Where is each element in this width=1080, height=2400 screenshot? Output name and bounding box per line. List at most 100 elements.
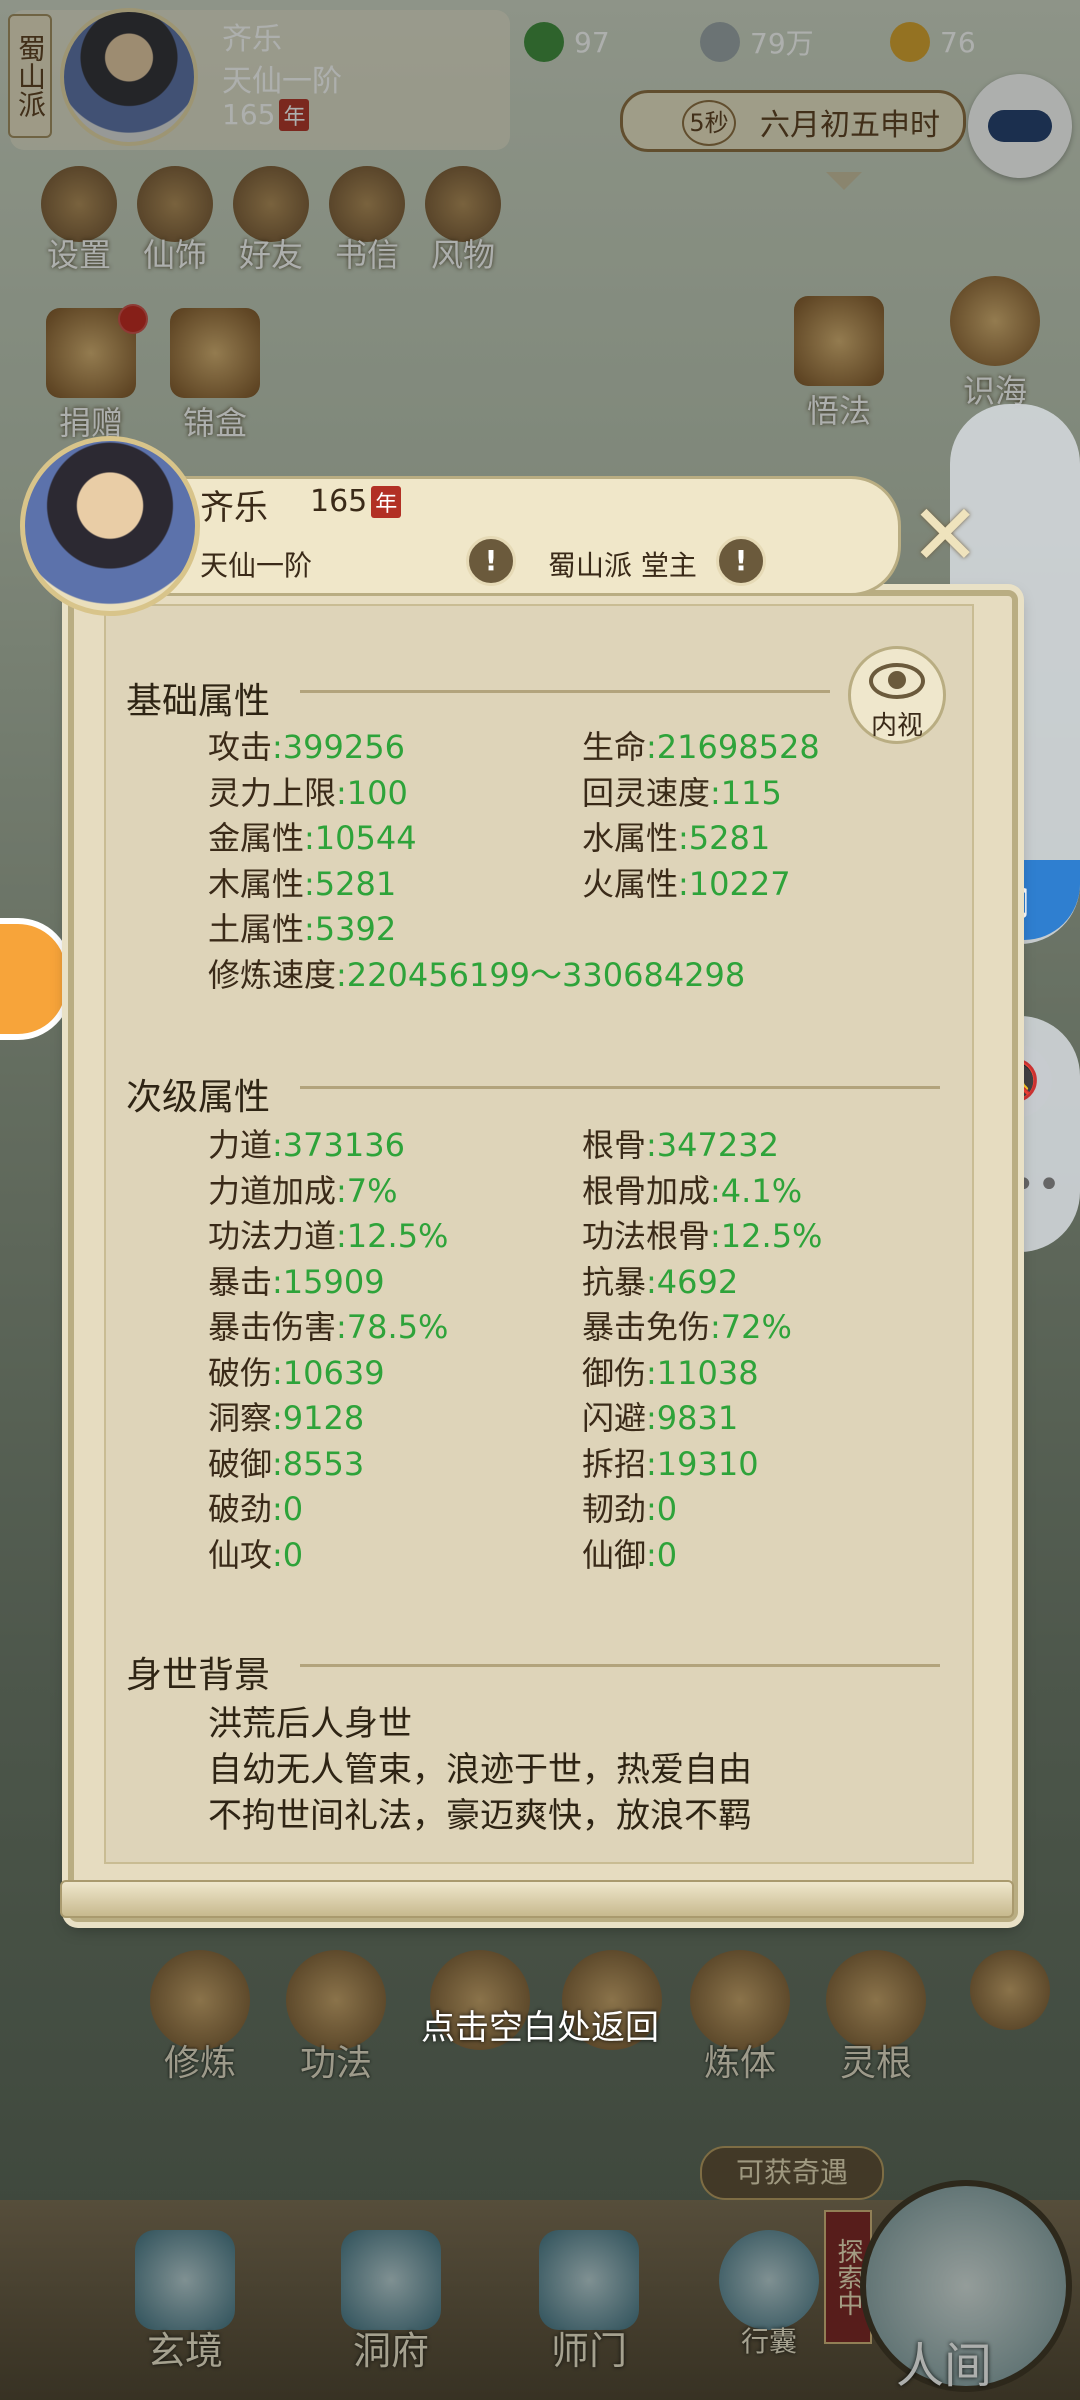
- attribute-separator: :: [304, 864, 315, 903]
- attribute-label: 修炼速度: [208, 955, 337, 994]
- attribute-separator: :: [710, 1217, 721, 1255]
- divider: [300, 690, 830, 693]
- attribute-item: 破御:8553: [208, 1439, 364, 1485]
- attribute-value: 10639: [282, 1353, 385, 1392]
- attribute-label: 金属性: [208, 819, 305, 857]
- age-badge: 年: [371, 486, 402, 518]
- close-icon[interactable]: ✕: [910, 493, 980, 577]
- attribute-item: 仙御:0: [582, 1530, 677, 1576]
- background-line: 不拘世间礼法，豪迈爽快，放浪不羁: [208, 1796, 752, 1836]
- attribute-label: 韧劲: [582, 1490, 647, 1528]
- attribute-label: 生命: [582, 728, 647, 766]
- attribute-item: 攻击:399256: [208, 722, 405, 768]
- attribute-value: 11038: [656, 1353, 759, 1392]
- return-hint[interactable]: 点击空白处返回: [0, 2000, 1080, 2049]
- attribute-label: 洞察: [208, 1399, 273, 1437]
- attribute-separator: :: [304, 910, 315, 948]
- background-title: 身世背景: [126, 1655, 271, 1696]
- attribute-value: 0: [282, 1535, 304, 1574]
- attribute-item: 火属性:10227: [582, 859, 791, 905]
- attribute-value: 12.5%: [720, 1217, 823, 1255]
- divider: [300, 1664, 940, 1667]
- attribute-value: 7%: [346, 1171, 398, 1210]
- attribute-label: 回灵速度: [582, 773, 711, 812]
- attribute-value: 0: [282, 1490, 304, 1528]
- attribute-separator: :: [272, 1535, 283, 1574]
- attribute-label: 水属性: [582, 819, 679, 857]
- attribute-label: 攻击: [208, 728, 273, 766]
- attribute-value: 9128: [282, 1399, 365, 1437]
- attribute-separator: :: [336, 773, 347, 812]
- attribute-label: 暴击免伤: [582, 1308, 711, 1346]
- attribute-value: 21698528: [656, 728, 820, 766]
- character-sect-position: 蜀山派 堂主: [548, 549, 697, 582]
- background-line: 自幼无人管束，浪迹于世，热爱自由: [208, 1750, 752, 1790]
- attribute-item: 力道加成:7%: [208, 1166, 398, 1212]
- attribute-separator: :: [272, 1399, 283, 1437]
- attribute-separator: :: [646, 1126, 657, 1164]
- attribute-separator: :: [646, 728, 657, 766]
- attribute-value: 10227: [688, 864, 791, 903]
- attribute-value: 0: [656, 1490, 678, 1528]
- attribute-label: 力道加成: [208, 1171, 337, 1210]
- warning-icon[interactable]: !: [466, 536, 516, 586]
- attribute-item: 暴击:15909: [208, 1257, 385, 1303]
- attribute-item: 破伤:10639: [208, 1348, 385, 1394]
- attribute-label: 破劲: [208, 1490, 273, 1528]
- attribute-value: 15909: [282, 1262, 385, 1301]
- attribute-separator: :: [710, 1308, 721, 1346]
- attribute-value: 10544: [314, 819, 417, 857]
- attribute-separator: :: [272, 1353, 283, 1392]
- attribute-separator: :: [336, 1217, 347, 1255]
- attribute-value: 399256: [282, 728, 405, 766]
- attribute-item: 灵力上限:100: [208, 768, 408, 814]
- attribute-value: 5281: [688, 819, 771, 857]
- attribute-value: 5392: [314, 910, 397, 948]
- attribute-item: 闪避:9831: [582, 1393, 738, 1439]
- attribute-separator: :: [304, 819, 315, 857]
- attribute-item: 仙攻:0: [208, 1530, 303, 1576]
- attribute-separator: :: [678, 819, 689, 857]
- attribute-value: 4692: [656, 1262, 739, 1301]
- inner-view-button[interactable]: 内视: [848, 646, 946, 744]
- inner-view-label: 内视: [870, 711, 923, 741]
- attribute-item: 抗暴:4692: [582, 1257, 738, 1303]
- scroll-rod: [60, 1880, 1014, 1918]
- attribute-label: 仙攻: [208, 1535, 273, 1574]
- attribute-label: 灵力上限: [208, 773, 337, 812]
- attribute-item: 暴击伤害:78.5%: [208, 1302, 448, 1348]
- attribute-item: 回灵速度:115: [582, 768, 782, 814]
- attribute-separator: :: [336, 1171, 347, 1210]
- attribute-separator: :: [710, 1171, 721, 1210]
- attribute-separator: :: [646, 1262, 657, 1301]
- attribute-separator: :: [272, 1126, 283, 1164]
- attribute-item: 土属性:5392: [208, 904, 396, 950]
- attribute-item: 根骨加成:4.1%: [582, 1166, 802, 1212]
- attribute-item: 功法力道:12.5%: [208, 1211, 448, 1257]
- attribute-value: 0: [656, 1535, 678, 1574]
- attribute-label: 土属性: [208, 910, 305, 948]
- attribute-item: 洞察:9128: [208, 1393, 364, 1439]
- attribute-separator: :: [336, 955, 347, 994]
- attribute-label: 抗暴: [582, 1262, 647, 1301]
- character-realm: 天仙一阶: [200, 549, 313, 582]
- attribute-separator: :: [272, 1444, 283, 1483]
- attribute-item: 木属性:5281: [208, 859, 396, 905]
- attribute-value: 19310: [656, 1444, 759, 1483]
- attribute-value: 100: [346, 773, 408, 812]
- divider: [300, 1086, 940, 1089]
- attribute-value: 78.5%: [346, 1308, 449, 1346]
- attribute-label: 仙御: [582, 1535, 647, 1574]
- attribute-value: 8553: [282, 1444, 365, 1483]
- attribute-label: 暴击伤害: [208, 1308, 337, 1346]
- attribute-item: 修炼速度:220456199～330684298: [208, 950, 745, 996]
- warning-icon[interactable]: !: [716, 536, 766, 586]
- attribute-label: 御伤: [582, 1353, 647, 1392]
- attribute-value: 373136: [282, 1126, 405, 1164]
- attribute-value: 347232: [656, 1126, 779, 1164]
- attribute-item: 破劲:0: [208, 1484, 303, 1530]
- attribute-label: 根骨加成: [582, 1171, 711, 1210]
- attribute-label: 功法力道: [208, 1217, 337, 1255]
- attribute-separator: :: [272, 728, 283, 766]
- attribute-separator: :: [646, 1399, 657, 1437]
